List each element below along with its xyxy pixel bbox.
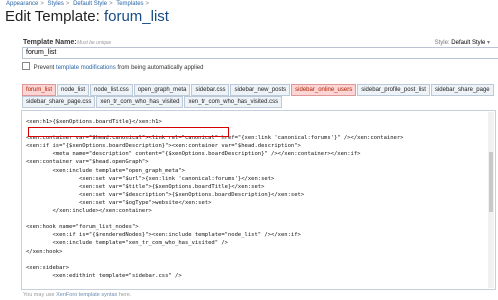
style-value[interactable]: Default Style bbox=[451, 40, 485, 46]
code-line[interactable]: <xen:set var="$url">{xen:link 'canonical… bbox=[26, 175, 495, 183]
template-syntax-link[interactable]: XenForo template syntax bbox=[56, 292, 117, 298]
code-line[interactable]: <xen:include template="xen_tr_com_who_ha… bbox=[26, 239, 495, 247]
syntax-note-before: You may use bbox=[23, 292, 55, 298]
tab-node-list-css[interactable]: node_list.css bbox=[90, 84, 133, 96]
code-line[interactable]: <xen:container var="$head.openGraph"> bbox=[26, 158, 495, 166]
prevent-modifications-checkbox[interactable] bbox=[22, 62, 30, 70]
breadcrumb-item[interactable]: Appearance bbox=[6, 1, 38, 7]
tab-xen-tr-com-who-has-visited[interactable]: xen_tr_com_who_has_visited bbox=[96, 96, 184, 108]
code-line[interactable] bbox=[26, 215, 495, 223]
page-title-name: forum_list bbox=[103, 8, 169, 25]
tab-node-list[interactable]: node_list bbox=[57, 84, 90, 96]
template-name-input[interactable]: forum_list bbox=[22, 47, 498, 59]
breadcrumb-item[interactable]: Templates bbox=[116, 1, 143, 7]
tab-forum-list[interactable]: forum_list bbox=[22, 84, 57, 96]
code-line[interactable]: <meta name="description" content="{$xenO… bbox=[26, 150, 495, 158]
editor-scrollbar[interactable] bbox=[488, 112, 494, 288]
tab-sidebar-share-page-css[interactable]: sidebar_share_page.css bbox=[22, 96, 96, 108]
breadcrumb: Appearance > Styles > Default Style > Templ… bbox=[6, 1, 150, 7]
tab-sidebar-new-posts[interactable]: sidebar_new_posts bbox=[230, 84, 291, 96]
code-line[interactable]: <xen:h1>{$xenOptions.boardTitle}</xen:h1… bbox=[26, 118, 495, 126]
editor-scroll-thumb[interactable] bbox=[489, 152, 493, 212]
tab-sidebar-profile-post-list[interactable]: sidebar_profile_post_list bbox=[357, 84, 430, 96]
code-line[interactable]: <xen:set var="$title">{$xenOptions.board… bbox=[26, 183, 495, 191]
highlight-box bbox=[28, 127, 229, 137]
tab-sidebar-share-page[interactable]: sidebar_share_page bbox=[430, 84, 494, 96]
tab-sidebar-online-users[interactable]: sidebar_online_users bbox=[291, 84, 357, 96]
template-name-hint: Must be unique bbox=[77, 40, 112, 46]
breadcrumb-item[interactable]: Default Style bbox=[73, 1, 107, 7]
style-selector[interactable]: Style: Default Style ▾ bbox=[435, 39, 490, 46]
page-title-prefix: Edit Template: bbox=[5, 8, 100, 25]
template-name-label: Template Name: bbox=[23, 39, 77, 46]
code-line[interactable]: <xen:hook name="forum_list_nodes"> bbox=[26, 223, 495, 231]
syntax-note-after: here. bbox=[118, 292, 132, 298]
code-line[interactable]: <xen:if is="{$xenOptions.boardDescriptio… bbox=[26, 142, 495, 150]
code-line[interactable]: </xen:hook> bbox=[26, 248, 495, 256]
tab-open-graph-meta[interactable]: open_graph_meta bbox=[133, 84, 191, 96]
prevent-text-before: Prevent bbox=[33, 65, 55, 71]
template-code-editor[interactable]: <xen:h1>{$xenOptions.boardTitle}</xen:h1… bbox=[21, 110, 496, 290]
prevent-modifications-option: Prevent template modifications from bein… bbox=[22, 62, 203, 71]
template-modifications-link[interactable]: template modifications bbox=[56, 65, 116, 71]
chevron-down-icon[interactable]: ▾ bbox=[487, 40, 490, 46]
tab-xen-tr-com-who-has-visited-css[interactable]: xen_tr_com_who_has_visited.css bbox=[184, 96, 283, 108]
code-line[interactable]: <xen:set var="$ogType">website</xen:set> bbox=[26, 199, 495, 207]
code-line[interactable]: <xen:edithint template="sidebar.css" /> bbox=[26, 272, 495, 280]
template-tabs-row-2: sidebar_share_page.css xen_tr_com_who_has… bbox=[22, 96, 283, 108]
template-tabs-row-1: forum_list node_list node_list.css open_gra… bbox=[22, 84, 495, 96]
code-line[interactable]: <xen:sidebar> bbox=[26, 264, 495, 272]
code-line[interactable]: <xen:include template="open_graph_meta"> bbox=[26, 167, 495, 175]
code-line[interactable]: <xen:set var="$description">{$xenOptions… bbox=[26, 191, 495, 199]
style-label: Style: bbox=[434, 40, 450, 46]
code-line[interactable]: <xen:if is="{$renderedNodes}"><xen:inclu… bbox=[26, 231, 495, 239]
code-line[interactable]: </xen:include></xen:container> bbox=[26, 207, 495, 215]
prevent-text-after: from being automatically applied bbox=[117, 65, 204, 71]
tab-sidebar-css[interactable]: sidebar.css bbox=[191, 84, 230, 96]
page-title: Edit Template: forum_list bbox=[5, 8, 169, 25]
syntax-note: You may use XenForo template syntax here… bbox=[23, 292, 131, 298]
code-line[interactable] bbox=[26, 256, 495, 264]
breadcrumb-item[interactable]: Styles bbox=[48, 1, 64, 7]
